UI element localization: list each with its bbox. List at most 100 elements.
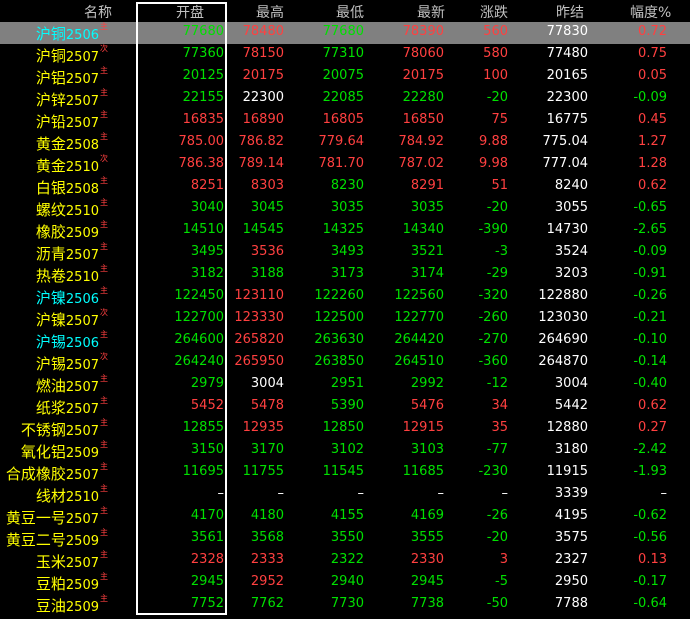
table-row[interactable]: 沪铝2507主 20125 20175 20075 20175 100 20165 0.05 <box>0 66 690 88</box>
instrument-label: 氧化铝 <box>20 443 66 461</box>
cell-pct: 0.62 <box>638 178 667 193</box>
cell-change: -77 <box>486 442 508 457</box>
table-row[interactable]: 不锈钢2507主 12855 12935 12850 12915 35 12880 0.27 <box>0 418 690 440</box>
table-row[interactable]: 黄金2508主 785.00 786.82 779.64 784.92 9.88 775.0… <box>0 132 690 154</box>
cell-high: 789.14 <box>238 156 285 171</box>
cell-open: 77360 <box>182 46 224 61</box>
col-header-open[interactable]: 开盘 <box>176 2 204 22</box>
cell-pct: -0.26 <box>633 288 667 303</box>
col-header-prev-settle[interactable]: 昨结 <box>556 2 584 22</box>
instrument-name: 黄豆二号2509主 <box>6 528 108 550</box>
cell-change: 580 <box>483 46 508 61</box>
cell-open: 4170 <box>190 508 224 523</box>
table-row[interactable]: 氧化铝2509主 3150 3170 3102 3103 -77 3180 -2.42 <box>0 440 690 462</box>
contract-tag: 主 <box>100 396 108 405</box>
cell-prev-settle: 77830 <box>546 24 588 39</box>
contract-tag: 主 <box>100 286 108 295</box>
cell-last: 784.92 <box>398 134 445 149</box>
table-row[interactable]: 线材2510主 – – – – – 3339 – <box>0 484 690 506</box>
contract-code: 2507 <box>65 424 99 439</box>
table-row[interactable]: 沪锌2507主 22155 22300 22085 22280 -20 22300 -0.09 <box>0 88 690 110</box>
cell-last: 3521 <box>410 244 444 259</box>
col-header-change[interactable]: 涨跌 <box>480 2 508 22</box>
contract-code: 2509 <box>65 226 99 241</box>
cell-prev-settle: 3004 <box>554 376 588 391</box>
cell-prev-settle: 3055 <box>554 200 588 215</box>
contract-code: 2507 <box>65 358 99 373</box>
contract-code: 2506 <box>65 28 99 43</box>
table-row[interactable]: 黄金2510次 786.38 789.14 781.70 787.02 9.98 777.0… <box>0 154 690 176</box>
table-row[interactable]: 热卷2510主 3182 3188 3173 3174 -29 3203 -0.91 <box>0 264 690 286</box>
table-row[interactable]: 沪锡2506主 264600 265820 263630 264420 -270 26469… <box>0 330 690 352</box>
col-header-pct[interactable]: 幅度% <box>630 2 671 22</box>
cell-high: 3568 <box>250 530 284 545</box>
col-header-low[interactable]: 最低 <box>336 2 364 22</box>
cell-open: 20125 <box>182 68 224 83</box>
contract-code: 2507 <box>65 116 99 131</box>
cell-pct: -0.65 <box>633 200 667 215</box>
table-row[interactable]: 沪锡2507次 264240 265950 263850 264510 -360 26487… <box>0 352 690 374</box>
table-row[interactable]: 黄豆二号2509主 3561 3568 3550 3555 -20 3575 -0.56 <box>0 528 690 550</box>
contract-code: 2509 <box>65 534 99 549</box>
cell-pct: -0.14 <box>633 354 667 369</box>
cell-prev-settle: 264690 <box>538 332 588 347</box>
contract-code: 2507 <box>65 380 99 395</box>
cell-last: 78390 <box>402 24 444 39</box>
cell-low: 20075 <box>322 68 364 83</box>
contract-tag: 主 <box>100 418 108 427</box>
cell-low: 77310 <box>322 46 364 61</box>
cell-change: -20 <box>486 530 508 545</box>
table-row[interactable]: 沪铜2507次 77360 78150 77310 78060 580 77480 0.75 <box>0 44 690 66</box>
cell-low: 8230 <box>330 178 364 193</box>
table-row[interactable]: 沪镍2506主 122450 123110 122260 122560 -320 12288… <box>0 286 690 308</box>
col-header-high[interactable]: 最高 <box>256 2 284 22</box>
contract-code: 2507 <box>65 94 99 109</box>
cell-pct: -0.10 <box>633 332 667 347</box>
cell-change: -26 <box>486 508 508 523</box>
column-header-row: 名称 开盘 最高 最低 最新 涨跌 昨结 幅度% <box>0 0 690 22</box>
table-row[interactable]: 玉米2507主 2328 2333 2322 2330 3 2327 0.13 <box>0 550 690 572</box>
cell-open: 16835 <box>182 112 224 127</box>
contract-tag: 次 <box>100 308 108 317</box>
cell-last: 122770 <box>394 310 444 325</box>
table-row[interactable]: 沪镍2507次 122700 123330 122500 122770 -260 12303… <box>0 308 690 330</box>
table-row[interactable]: 豆粕2509主 2945 2952 2940 2945 -5 2950 -0.17 <box>0 572 690 594</box>
cell-high: 3004 <box>250 376 284 391</box>
table-row[interactable]: 螺纹2510主 3040 3045 3035 3035 -20 3055 -0.65 <box>0 198 690 220</box>
cell-open: – <box>217 486 225 501</box>
table-row[interactable]: 豆油2509主 7752 7762 7730 7738 -50 7788 -0.64 <box>0 594 690 616</box>
cell-change: – <box>501 486 509 501</box>
table-row[interactable]: 沪铅2507主 16835 16890 16805 16850 75 16775 0.45 <box>0 110 690 132</box>
contract-code: 2506 <box>65 292 99 307</box>
cell-high: 2333 <box>250 552 284 567</box>
table-row[interactable]: 白银2508主 8251 8303 8230 8291 51 8240 0.62 <box>0 176 690 198</box>
contract-code: 2507 <box>65 556 99 571</box>
instrument-name: 线材2510主 <box>36 484 108 506</box>
table-row[interactable]: 合成橡胶2507主 11695 11755 11545 11685 -230 11915 -1… <box>0 462 690 484</box>
table-row[interactable]: 沥青2507主 3495 3536 3493 3521 -3 3524 -0.09 <box>0 242 690 264</box>
cell-change: -20 <box>486 200 508 215</box>
cell-high: 786.82 <box>238 134 285 149</box>
cell-pct: – <box>660 486 668 501</box>
table-row[interactable]: 纸浆2507主 5452 5478 5390 5476 34 5442 0.62 <box>0 396 690 418</box>
contract-code: 2509 <box>65 578 99 593</box>
table-row[interactable]: 燃油2507主 2979 3004 2951 2992 -12 3004 -0.40 <box>0 374 690 396</box>
cell-open: 5452 <box>190 398 224 413</box>
cell-high: 123110 <box>234 288 284 303</box>
table-row[interactable]: 沪铜2506主 77680 78480 77680 78390 560 77830 0.72 <box>0 22 690 44</box>
table-row[interactable]: 橡胶2509主 14510 14545 14325 14340 -390 14730 -2.6… <box>0 220 690 242</box>
instrument-name: 白银2508主 <box>36 176 108 198</box>
cell-change: -50 <box>486 596 508 611</box>
cell-open: 14510 <box>182 222 224 237</box>
cell-open: 2328 <box>190 552 224 567</box>
cell-pct: 1.28 <box>638 156 667 171</box>
instrument-label: 沪铅 <box>35 113 66 131</box>
col-header-name[interactable]: 名称 <box>84 2 112 22</box>
cell-pct: -0.64 <box>633 596 667 611</box>
contract-tag: 主 <box>100 132 108 141</box>
contract-tag: 主 <box>100 176 108 185</box>
col-header-last[interactable]: 最新 <box>417 2 445 22</box>
cell-change: -12 <box>486 376 508 391</box>
cell-prev-settle: 3575 <box>554 530 588 545</box>
table-row[interactable]: 黄豆一号2507主 4170 4180 4155 4169 -26 4195 -0.62 <box>0 506 690 528</box>
